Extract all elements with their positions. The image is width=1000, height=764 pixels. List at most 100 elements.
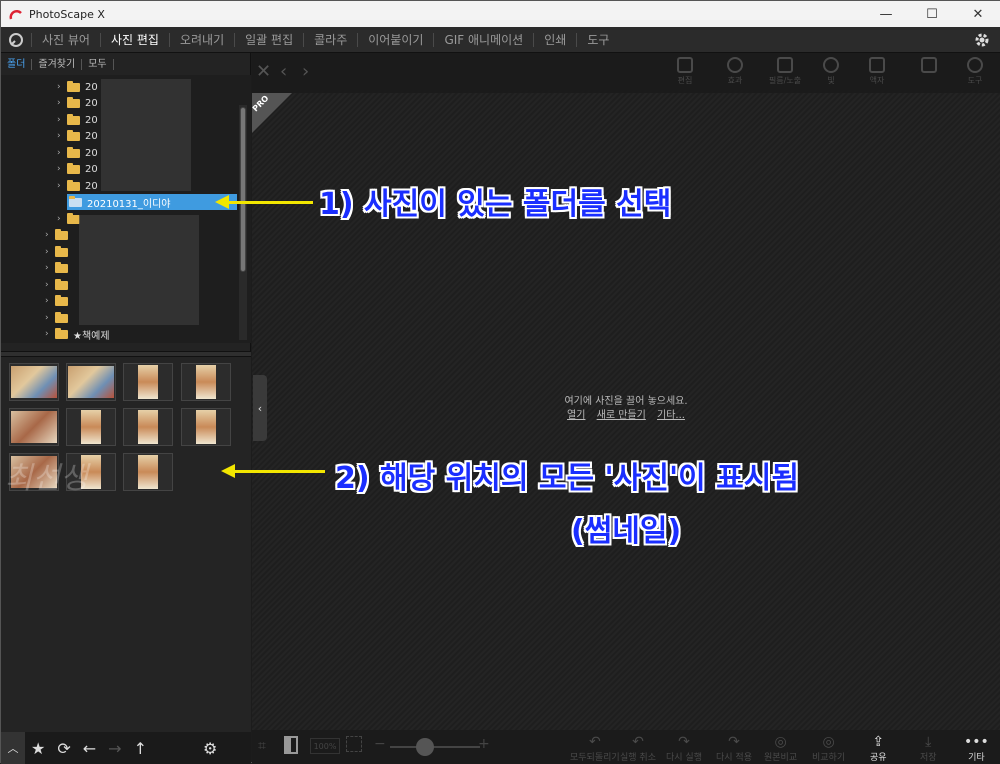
tool-tools[interactable]: 도구 (952, 57, 998, 91)
chevron-right-icon[interactable]: › (57, 98, 67, 108)
home-icon[interactable] (1, 27, 31, 53)
chevron-right-icon[interactable]: › (57, 131, 67, 141)
folder-row[interactable]: › 20 (57, 95, 98, 111)
folder-row[interactable]: › (45, 227, 73, 243)
fit-screen-icon[interactable] (346, 736, 362, 752)
compare-button[interactable]: ◎ 비교하기 (812, 734, 845, 763)
compare-view-icon[interactable] (284, 736, 298, 754)
tab-print[interactable]: 인쇄 (533, 32, 576, 47)
folder-row[interactable]: › 20 (57, 161, 98, 177)
chevron-right-icon[interactable]: › (45, 329, 55, 339)
more-link[interactable]: 기타... (657, 410, 685, 421)
folder-row[interactable]: › 20 (57, 128, 98, 144)
folder-row[interactable]: › (45, 277, 73, 293)
zoom-in-icon[interactable]: + (478, 736, 490, 752)
minimize-button[interactable]: — (863, 1, 909, 27)
tab-tools[interactable]: 도구 (576, 32, 619, 47)
arrow-right-icon[interactable]: → (108, 739, 121, 758)
chevron-right-icon[interactable]: › (57, 181, 67, 191)
close-button[interactable]: ✕ (955, 1, 1000, 27)
refresh-icon[interactable]: ⟳ (57, 739, 70, 758)
tool-film[interactable]: 필름/노출 (762, 57, 808, 91)
tab-favorites[interactable]: 즐겨찾기 (32, 58, 83, 70)
chevron-up-icon[interactable]: ︿ (1, 732, 25, 764)
chevron-right-icon[interactable]: › (45, 296, 55, 306)
folder-row[interactable]: › (45, 260, 73, 276)
tab-folders[interactable]: 폴더 (1, 58, 33, 70)
settings-gear-icon[interactable] (973, 31, 991, 49)
zoom-out-icon[interactable]: − (374, 736, 386, 752)
folder-row[interactable]: › (45, 244, 73, 260)
collapse-panel-button[interactable]: ‹ (253, 375, 267, 441)
photo-thumbnail[interactable] (9, 363, 59, 401)
tab-all[interactable]: 모두 (82, 58, 114, 70)
photo-thumbnail[interactable] (9, 408, 59, 446)
chevron-right-icon[interactable]: › (57, 82, 67, 92)
tab-photo-viewer[interactable]: 사진 뷰어 (31, 32, 100, 47)
tool-label: 액자 (869, 76, 885, 85)
share-button[interactable]: ⇪ 공유 (870, 734, 887, 763)
maximize-button[interactable]: ☐ (909, 1, 955, 27)
chevron-right-icon[interactable]: › (45, 313, 55, 323)
folder-row[interactable]: › 20 (57, 112, 98, 128)
thumbnail-image (196, 410, 216, 444)
new-link[interactable]: 새로 만들기 (597, 410, 646, 421)
photo-thumbnail[interactable] (66, 363, 116, 401)
redo-button[interactable]: ↷ 다시 실행 (666, 734, 702, 763)
folder-row[interactable]: › (45, 293, 73, 309)
chevron-right-icon[interactable]: › (57, 115, 67, 125)
chevron-right-icon[interactable]: › (45, 280, 55, 290)
arrow-left-icon[interactable]: ← (83, 739, 96, 758)
tree-scrollbar[interactable] (239, 105, 247, 340)
folder-row[interactable]: › 20 (57, 145, 98, 161)
crop-grid-icon[interactable]: ⌗ (258, 738, 266, 754)
chevron-right-icon[interactable]: › (57, 164, 67, 174)
open-link[interactable]: 열기 (567, 410, 585, 421)
tool-frame[interactable]: 액자 (854, 57, 900, 91)
star-icon[interactable]: ★ (31, 739, 45, 758)
selected-folder-row[interactable]: 20210131_이디야 (67, 194, 237, 210)
tool-insert[interactable] (906, 57, 952, 91)
chevron-right-icon[interactable]: › (45, 247, 55, 257)
zoom-slider[interactable] (390, 746, 480, 748)
photo-thumbnail[interactable] (181, 408, 231, 446)
close-icon[interactable]: ✕ (256, 61, 271, 82)
photo-thumbnail[interactable] (123, 453, 173, 491)
gear-icon[interactable]: ⚙ (203, 739, 217, 758)
photo-thumbnail[interactable] (66, 408, 116, 446)
reapply-button[interactable]: ↷ 다시 적용 (716, 734, 752, 763)
scrollbar-thumb[interactable] (240, 107, 246, 272)
folder-row[interactable]: › 20 (57, 178, 98, 194)
original-compare-button[interactable]: ◎ 원본비교 (764, 734, 797, 763)
photo-thumbnail[interactable] (181, 363, 231, 401)
chevron-right-icon[interactable]: › (45, 263, 55, 273)
tool-light[interactable]: 빛 (808, 57, 854, 91)
chevron-right-icon[interactable]: › (45, 230, 55, 240)
browser-panel: 폴더 즐겨찾기 모두 › 20 › 20 › 20 › 20 › 20 › 20 › 20 2… (1, 53, 251, 764)
tab-photo-editor[interactable]: 사진 편집 (99, 32, 169, 47)
chevron-left-icon[interactable]: ‹ (280, 61, 287, 82)
folder-row[interactable]: › 20 (57, 79, 98, 95)
revert-all-button[interactable]: ↶ 모두되돌리기 (570, 734, 620, 763)
tab-batch[interactable]: 일괄 편집 (234, 32, 303, 47)
save-button[interactable]: ⤓ 저장 (920, 734, 937, 763)
zoom-level[interactable]: 100% (310, 738, 340, 754)
chevron-right-icon[interactable]: › (57, 148, 67, 158)
more-button[interactable]: ••• 기타 (964, 734, 989, 763)
tab-cut-out[interactable]: 오려내기 (168, 32, 234, 47)
zoom-slider-handle[interactable] (416, 738, 434, 756)
folder-row[interactable]: › ★책예제 (45, 326, 110, 342)
folder-row[interactable]: › (45, 310, 73, 326)
arrow-up-icon[interactable]: ↑ (134, 739, 147, 758)
thumbnail-image (196, 365, 216, 399)
tool-effect[interactable]: 효과 (712, 57, 758, 91)
photo-thumbnail[interactable] (123, 408, 173, 446)
undo-button[interactable]: ↶ 실행 취소 (620, 734, 656, 763)
tab-gif[interactable]: GIF 애니메이션 (433, 32, 533, 47)
chevron-right-icon[interactable]: › (302, 61, 309, 82)
chevron-right-icon[interactable]: › (57, 214, 67, 224)
tool-edit[interactable]: 편집 (662, 57, 708, 91)
tab-combine[interactable]: 이어붙이기 (357, 32, 433, 47)
photo-thumbnail[interactable] (123, 363, 173, 401)
tab-collage[interactable]: 콜라주 (303, 32, 357, 47)
